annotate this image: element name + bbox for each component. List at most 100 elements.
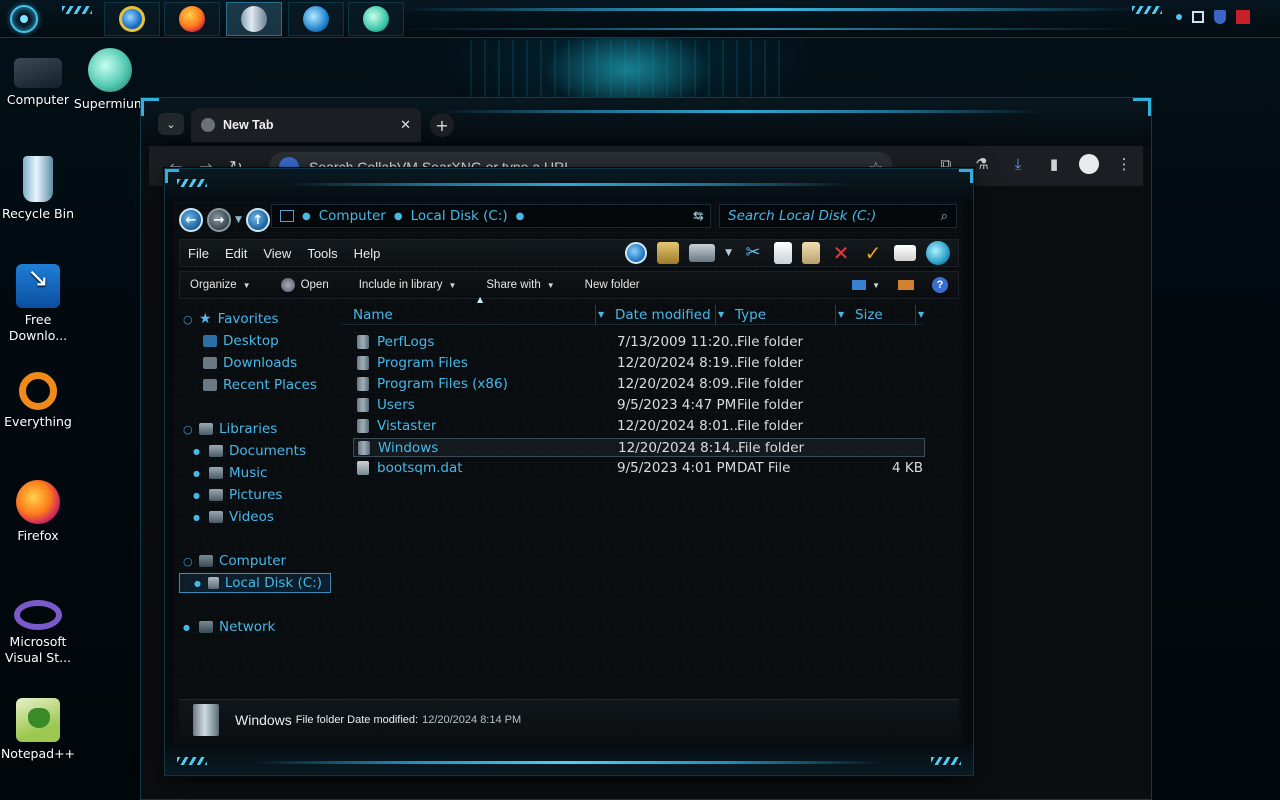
desktop-icon-free-download-manager[interactable]: Free Downlo... — [0, 264, 76, 344]
desktop-icon-firefox[interactable]: Firefox — [0, 480, 76, 544]
taskbar-app-internet-explorer[interactable] — [104, 2, 160, 36]
nav-music[interactable]: ● Music — [193, 463, 267, 483]
nav-label: Music — [229, 465, 268, 481]
change-view-button[interactable]: ▼ — [852, 280, 880, 290]
nav-recent-places[interactable]: Recent Places — [203, 375, 317, 395]
recent-locations-chevron-icon[interactable]: ▼ — [235, 215, 242, 225]
music-icon — [209, 467, 223, 479]
file-row[interactable]: Users 9/5/2023 4:47 PM File folder — [353, 396, 925, 415]
taskbar-app-explorer[interactable] — [226, 2, 282, 36]
column-header-date[interactable]: Date modified — [615, 307, 711, 323]
volume-muted-tray-icon[interactable] — [1236, 10, 1250, 24]
file-row[interactable]: Program Files (x86) 12/20/2024 8:09... F… — [353, 375, 925, 394]
file-row[interactable]: PerfLogs 7/13/2009 11:20... File folder — [353, 333, 925, 352]
tab-close-icon[interactable]: ✕ — [400, 118, 411, 133]
expand-icon[interactable]: ○ — [183, 313, 193, 326]
taskbar-app-supermium[interactable] — [348, 2, 404, 36]
cut-scissors-icon[interactable]: ✂ — [742, 242, 764, 264]
organize-button[interactable]: Organize ▼ — [190, 279, 251, 291]
nav-desktop[interactable]: Desktop — [203, 331, 279, 351]
nav-local-disk[interactable]: ● Local Disk (C:) — [179, 573, 331, 593]
tab-search-chevron-icon[interactable]: ⌄ — [158, 113, 184, 135]
nav-libraries[interactable]: ○ Libraries — [183, 419, 277, 439]
new-folder-button[interactable]: New folder — [585, 279, 640, 291]
desktop-icon-notepad-plus-plus[interactable]: Notepad++ — [0, 698, 76, 762]
nav-network[interactable]: ● Network — [183, 617, 275, 637]
menu-help[interactable]: Help — [354, 246, 381, 261]
folder-view-icon[interactable] — [657, 242, 680, 264]
expand-icon[interactable]: ○ — [183, 423, 193, 436]
nav-computer[interactable]: ○ Computer — [183, 551, 286, 571]
search-icon[interactable]: ⌕ — [940, 208, 948, 224]
taskbar-rail — [400, 8, 1140, 11]
labs-flask-icon[interactable]: ⚗ — [971, 155, 993, 173]
up-button[interactable]: ↑ — [245, 208, 270, 232]
column-filter-dropdown-icon[interactable]: ▼ — [835, 305, 845, 325]
column-filter-dropdown-icon[interactable]: ▼ — [595, 305, 605, 325]
share-with-button[interactable]: Share with ▼ — [486, 279, 554, 291]
frame-rail — [285, 183, 853, 186]
menu-edit[interactable]: Edit — [225, 246, 247, 261]
downloads-icon[interactable]: ⤓ — [1007, 155, 1029, 173]
paste-icon[interactable] — [802, 242, 820, 264]
new-tab-button[interactable]: + — [430, 113, 454, 137]
search-input[interactable]: Search Local Disk (C:) ⌕ — [719, 204, 957, 228]
firefox-icon — [179, 6, 205, 32]
file-row[interactable]: Program Files 12/20/2024 8:19... File fo… — [353, 354, 925, 373]
desktop-icon-visual-studio[interactable]: Microsoft Visual St... — [0, 590, 76, 666]
nav-videos[interactable]: ● Videos — [193, 507, 274, 527]
open-button[interactable]: Open — [280, 278, 329, 292]
delete-icon[interactable]: ✕ — [830, 242, 852, 264]
column-header-name[interactable]: Name — [353, 307, 393, 323]
menu-file[interactable]: File — [188, 246, 209, 261]
include-in-library-button[interactable]: Include in library ▼ — [359, 279, 457, 291]
menu-view[interactable]: View — [263, 246, 291, 261]
taskbar-app-media-player[interactable] — [288, 2, 344, 36]
videos-icon — [209, 511, 223, 523]
file-row[interactable]: Vistaster 12/20/2024 8:01... File folder — [353, 417, 925, 436]
desktop-icon-computer[interactable]: Computer — [0, 48, 76, 108]
column-header-type[interactable]: Type — [735, 307, 766, 323]
file-type: File folder — [738, 440, 805, 456]
desktop-icon-recycle-bin[interactable]: Recycle Bin — [0, 156, 76, 222]
nav-downloads[interactable]: Downloads — [203, 353, 297, 373]
visual-studio-icon — [14, 600, 62, 630]
file-row-selected[interactable]: Windows 12/20/2024 8:14... File folder — [353, 438, 925, 457]
desktop-icon-everything[interactable]: Everything — [0, 372, 76, 430]
side-panel-icon[interactable]: ▮ — [1043, 155, 1065, 173]
up-folder-icon[interactable] — [625, 242, 648, 264]
globe-icon[interactable] — [926, 241, 950, 265]
menu-kebab-icon[interactable]: ⋮ — [1113, 155, 1135, 173]
email-icon[interactable] — [894, 245, 916, 261]
column-header-size[interactable]: Size — [855, 307, 883, 323]
menu-tools[interactable]: Tools — [307, 246, 337, 261]
back-button[interactable]: ← — [179, 208, 203, 232]
desktop-icon-supermium[interactable]: Supermium — [72, 48, 148, 112]
copy-icon[interactable] — [774, 242, 792, 264]
profile-avatar-icon[interactable] — [1079, 154, 1099, 174]
start-orb-icon[interactable] — [10, 5, 38, 33]
forward-button[interactable]: → — [207, 208, 231, 232]
nav-label: Computer — [219, 553, 287, 569]
browser-tab-new-tab[interactable]: New Tab ✕ — [191, 108, 421, 142]
expand-icon[interactable]: ○ — [183, 555, 193, 568]
file-row[interactable]: bootsqm.dat 9/5/2023 4:01 PM DAT File 4 … — [353, 459, 925, 478]
nav-favorites[interactable]: ○ ★ Favorites — [183, 309, 279, 329]
help-icon[interactable]: ? — [932, 277, 948, 293]
printer-dropdown-icon[interactable]: ▼ — [725, 248, 732, 258]
network-tray-icon[interactable] — [1192, 11, 1204, 23]
properties-check-icon[interactable]: ✓ — [862, 242, 884, 264]
nav-pictures[interactable]: ● Pictures — [193, 485, 282, 505]
column-filter-dropdown-icon[interactable]: ▼ — [715, 305, 725, 325]
breadcrumb-local-disk[interactable]: Local Disk (C:) — [411, 208, 508, 224]
nav-documents[interactable]: ● Documents — [193, 441, 306, 461]
column-filter-dropdown-icon[interactable]: ▼ — [915, 305, 925, 325]
tray-dot-icon[interactable] — [1176, 14, 1182, 20]
printer-icon[interactable] — [689, 244, 716, 262]
preview-pane-icon[interactable] — [898, 280, 914, 290]
taskbar-app-firefox[interactable] — [164, 2, 220, 36]
breadcrumb-computer[interactable]: Computer — [319, 208, 386, 224]
refresh-icon[interactable]: ⇆ — [693, 209, 704, 224]
security-tray-icon[interactable] — [1214, 10, 1226, 24]
address-bar[interactable]: ● Computer ● Local Disk (C:) ● ▽ — [271, 204, 711, 228]
